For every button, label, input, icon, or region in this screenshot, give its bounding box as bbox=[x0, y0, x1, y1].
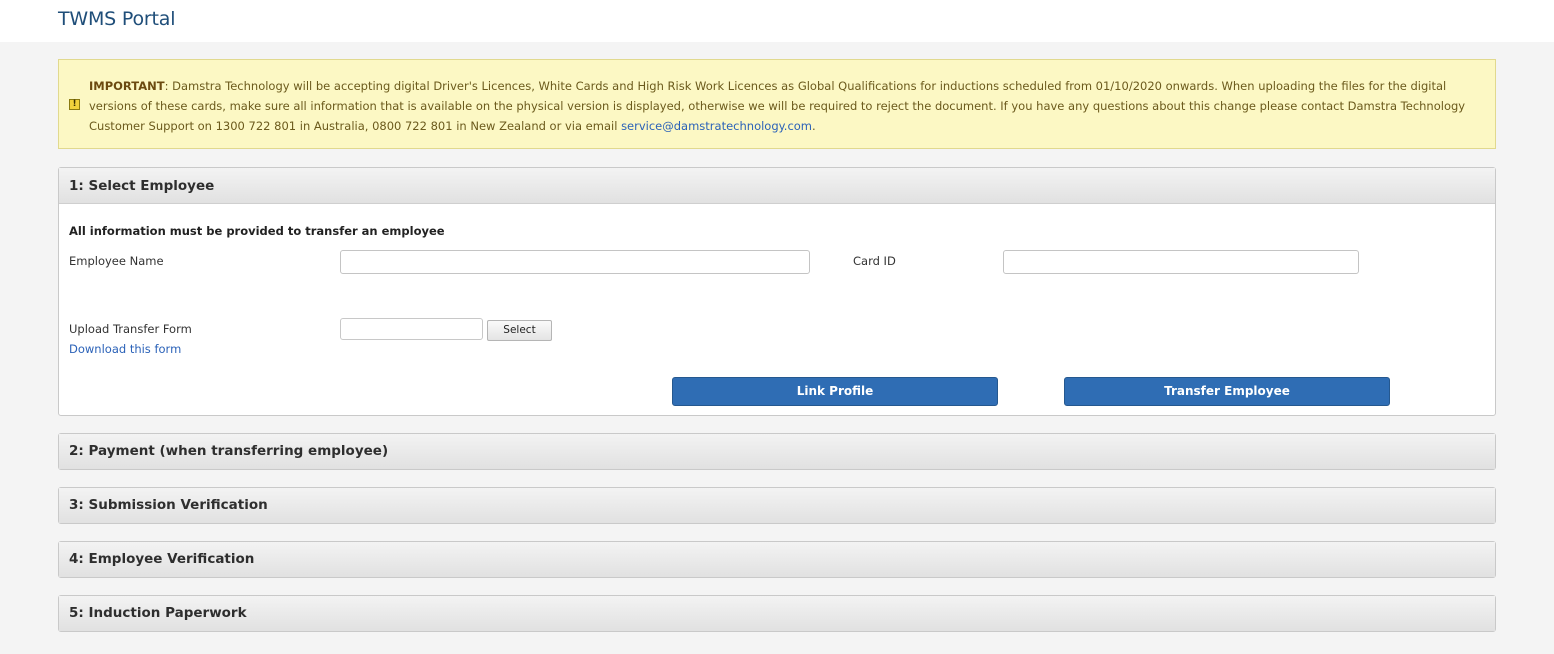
download-form-link[interactable]: Download this form bbox=[69, 342, 181, 356]
top-bar: TWMS Portal bbox=[0, 0, 1554, 42]
section-header-induction-paperwork[interactable]: 5: Induction Paperwork bbox=[59, 596, 1495, 631]
card-id-label: Card ID bbox=[853, 254, 896, 268]
section-header-select-employee[interactable]: 1: Select Employee bbox=[59, 168, 1495, 204]
section-body-select-employee: All information must be provided to tran… bbox=[59, 204, 1495, 415]
employee-name-input[interactable] bbox=[340, 250, 810, 274]
transfer-form-file-field[interactable] bbox=[340, 318, 483, 340]
section-employee-verification[interactable]: 4: Employee Verification bbox=[58, 541, 1496, 578]
link-profile-button[interactable]: Link Profile bbox=[672, 377, 998, 406]
portal-title: TWMS Portal bbox=[58, 8, 176, 30]
transfer-employee-button[interactable]: Transfer Employee bbox=[1064, 377, 1390, 406]
card-id-input[interactable] bbox=[1003, 250, 1359, 274]
notice-tail: . bbox=[812, 119, 816, 133]
section-header-employee-verification[interactable]: 4: Employee Verification bbox=[59, 542, 1495, 577]
notice-text: IMPORTANT: Damstra Technology will be ac… bbox=[89, 76, 1481, 136]
required-note: All information must be provided to tran… bbox=[69, 224, 445, 238]
section-select-employee: 1: Select Employee All information must … bbox=[58, 167, 1496, 416]
section-submission-verification[interactable]: 3: Submission Verification bbox=[58, 487, 1496, 524]
section-header-submission-verification[interactable]: 3: Submission Verification bbox=[59, 488, 1495, 523]
section-header-payment[interactable]: 2: Payment (when transferring employee) bbox=[59, 434, 1495, 469]
support-email-link[interactable]: service@damstratechnology.com bbox=[621, 119, 812, 133]
employee-name-label: Employee Name bbox=[69, 254, 164, 268]
warning-icon: ! bbox=[69, 99, 80, 110]
upload-transfer-form-label: Upload Transfer Form bbox=[69, 322, 192, 336]
select-file-button[interactable]: Select bbox=[487, 320, 552, 341]
important-notice: ! IMPORTANT: Damstra Technology will be … bbox=[58, 59, 1496, 149]
notice-lead: IMPORTANT bbox=[89, 79, 165, 93]
section-payment[interactable]: 2: Payment (when transferring employee) bbox=[58, 433, 1496, 470]
section-induction-paperwork[interactable]: 5: Induction Paperwork bbox=[58, 595, 1496, 632]
